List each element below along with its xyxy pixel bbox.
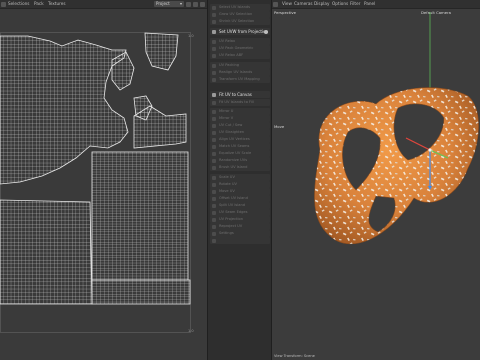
gizmo-center[interactable] — [428, 148, 432, 152]
tool-item[interactable]: Brush UV Island — [210, 164, 270, 171]
tool-item[interactable]: UV Relax — [210, 38, 270, 45]
tool-icon — [212, 175, 216, 180]
tool-icon — [212, 210, 216, 215]
tool-icon — [212, 151, 216, 156]
tool-item[interactable]: Rotate UV — [210, 181, 270, 188]
lock-icon[interactable] — [186, 1, 191, 7]
expand-icon[interactable] — [200, 1, 205, 7]
tool-item[interactable]: Transform UV Mapping — [210, 76, 270, 83]
x-axis-handle[interactable] — [405, 137, 431, 151]
status-label: View Transform: Scene — [274, 354, 315, 358]
tool-item-set-uvw[interactable]: Set UVW from Projection — [210, 28, 270, 35]
tool-icon — [212, 165, 216, 170]
tool-icon — [212, 217, 216, 222]
tool-item[interactable]: Mirror V — [210, 115, 270, 122]
tool-icon — [212, 19, 216, 24]
tool-icon — [212, 130, 216, 135]
tool-item[interactable]: Move UV — [210, 188, 270, 195]
help-icon[interactable] — [264, 29, 268, 34]
uv-island[interactable] — [144, 32, 179, 71]
tool-item[interactable]: Split UV Island — [210, 202, 270, 209]
tool-icon — [212, 5, 216, 10]
tool-icon — [212, 92, 216, 97]
tool-item[interactable]: Shrink UV Selection — [210, 18, 270, 25]
tool-item[interactable]: UV Cut / Sew — [210, 122, 270, 129]
ruler-label-bottom: 1.0 — [188, 329, 194, 333]
tool-icon — [212, 46, 216, 51]
chevron-down-icon: ▾ — [179, 1, 182, 6]
tool-icon — [212, 123, 216, 128]
project-dropdown-value: Project — [156, 1, 170, 6]
tool-icon — [212, 203, 216, 208]
tool-item[interactable]: UV Seam Edges — [210, 209, 270, 216]
tool-icon — [212, 144, 216, 149]
tool-item[interactable]: Scale UV — [210, 174, 270, 181]
tool-icon — [212, 231, 216, 236]
tool-item[interactable]: Fit UV Islands to Fill — [210, 99, 270, 106]
menu-selections[interactable]: Selections — [8, 1, 29, 6]
tool-item[interactable]: Grow UV Selection — [210, 11, 270, 18]
menu-textures[interactable]: Textures — [48, 1, 66, 6]
tool-item[interactable]: UV Projection — [210, 216, 270, 223]
tool-item[interactable]: Settings — [210, 230, 270, 237]
tool-icon — [212, 63, 216, 68]
uv-island[interactable] — [91, 151, 189, 281]
tool-item[interactable]: Mirror U — [210, 108, 270, 115]
pretzel-mesh[interactable] — [314, 87, 479, 245]
uv-island[interactable] — [0, 199, 93, 305]
tool-item[interactable]: Realign UV Islands — [210, 69, 270, 76]
uv-canvas[interactable] — [0, 8, 207, 360]
uv-island[interactable] — [91, 279, 191, 305]
uv-island[interactable] — [111, 51, 135, 91]
project-dropdown[interactable]: Project ▾ — [154, 1, 184, 7]
pretzel-scene[interactable] — [272, 0, 480, 360]
tool-item[interactable]: Reproject UV — [210, 223, 270, 230]
tool-item[interactable]: UV Packing — [210, 62, 270, 69]
tool-item[interactable]: Randomize UVs — [210, 157, 270, 164]
tool-icon — [212, 238, 216, 243]
tool-icon — [212, 29, 216, 34]
tool-icon — [212, 39, 216, 44]
tool-item[interactable]: UV Relax ABF — [210, 52, 270, 59]
tool-icon — [212, 196, 216, 201]
tool-item[interactable]: Offset UV Island — [210, 195, 270, 202]
menu-pack[interactable]: Pack — [34, 1, 44, 6]
tool-icon — [212, 182, 216, 187]
tool-item-fit-uv-canvas[interactable]: Fit UV to Canvas — [210, 91, 270, 98]
tool-item[interactable]: Align UV Vertices — [210, 136, 270, 143]
tool-icon — [212, 70, 216, 75]
tool-item[interactable]: UV Straighten — [210, 129, 270, 136]
tool-icon — [212, 77, 216, 82]
tool-icon — [212, 116, 216, 121]
tool-icon — [212, 158, 216, 163]
grid-icon[interactable] — [193, 1, 198, 7]
viewport-3d[interactable]: View Cameras Display Options Filter Pane… — [272, 0, 480, 360]
tool-icon — [212, 100, 216, 105]
tool-icon — [212, 53, 216, 58]
tool-icon — [212, 12, 216, 17]
uv-editor[interactable]: Selections Pack Textures Project ▾ 1.0 1… — [0, 0, 207, 360]
tool-item[interactable]: Select UV Islands — [210, 4, 270, 11]
tool-icon — [212, 189, 216, 194]
tool-item[interactable]: UV Pack Geometric — [210, 45, 270, 52]
tool-item[interactable] — [210, 237, 270, 244]
uv-tool-panel: Select UV Islands Grow UV Selection Shri… — [207, 0, 272, 360]
tool-item[interactable]: Match UV Seams — [210, 143, 270, 150]
tool-icon — [212, 137, 216, 142]
tool-icon — [212, 109, 216, 114]
tool-icon[interactable] — [1, 1, 6, 7]
ruler-label-top: 1.0 — [188, 34, 194, 38]
tool-item[interactable]: Equalize UV Scale — [210, 150, 270, 157]
uv-island[interactable] — [133, 105, 187, 149]
tool-icon — [212, 224, 216, 229]
